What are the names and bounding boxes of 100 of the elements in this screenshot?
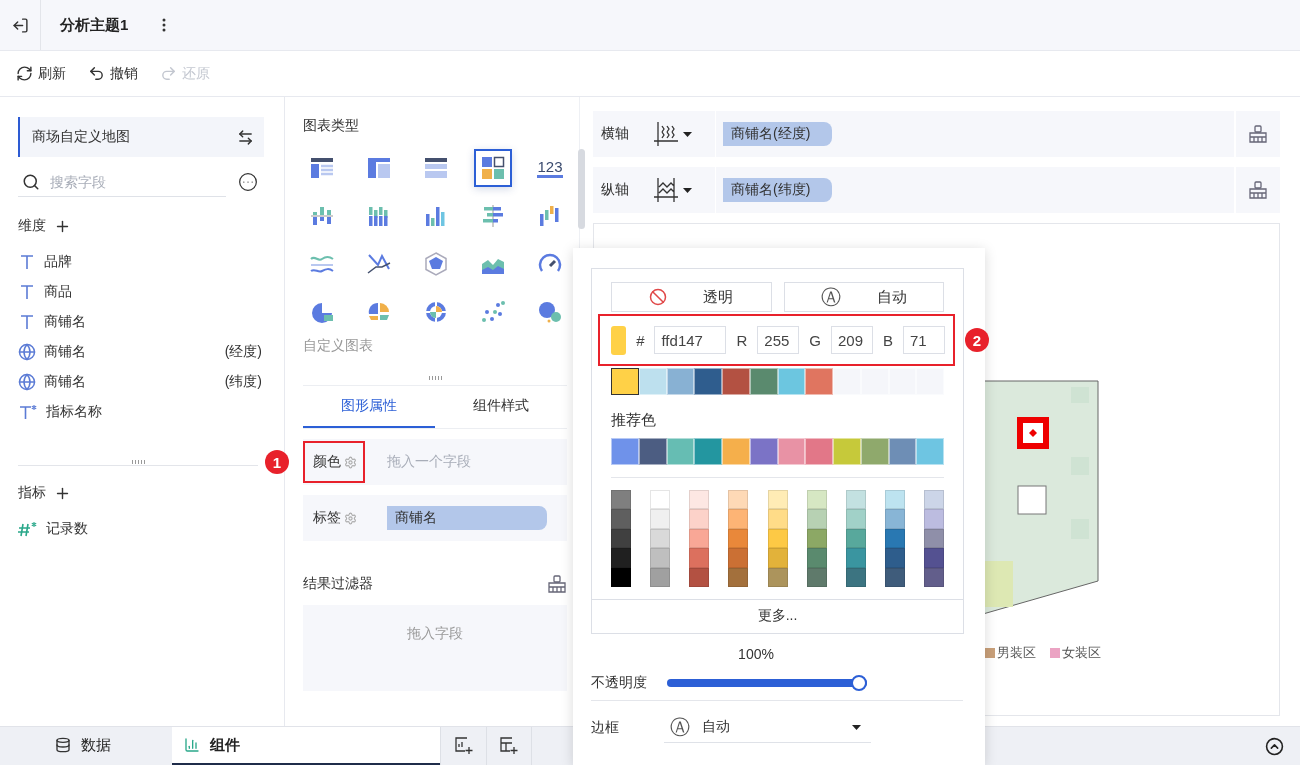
property-tab[interactable]: 图形属性 <box>303 386 435 428</box>
color-swatch[interactable] <box>806 490 827 510</box>
color-swatch[interactable] <box>650 548 671 568</box>
color-swatch[interactable] <box>884 509 905 529</box>
color-swatch[interactable] <box>611 509 631 529</box>
color-swatch[interactable] <box>728 509 749 529</box>
add-component-button[interactable] <box>486 727 532 765</box>
color-swatch[interactable] <box>924 528 944 549</box>
chevron-up-icon <box>1265 736 1284 756</box>
table-chart-icon <box>310 156 334 180</box>
color-swatch[interactable] <box>924 548 944 568</box>
field-item[interactable]: 品牌 <box>18 247 262 277</box>
color-swatch[interactable] <box>884 548 905 568</box>
field-chip[interactable]: 商铺名(纬度) <box>723 178 833 202</box>
field-item[interactable]: 指标名称 <box>18 397 262 427</box>
bottom-tab[interactable]: 数据 <box>0 727 172 765</box>
search-field[interactable]: 搜索字段 <box>18 167 226 197</box>
auto-button[interactable]: Ⓐ 自动 <box>783 282 944 312</box>
resize-handle[interactable] <box>131 460 145 464</box>
color-swatch[interactable] <box>650 490 671 510</box>
color-swatch[interactable] <box>806 528 827 549</box>
section-title: 维度 <box>18 217 46 235</box>
color-swatch[interactable] <box>650 567 671 587</box>
color-swatch[interactable] <box>611 567 631 587</box>
field-item[interactable]: 商铺名 (经度) <box>18 337 262 367</box>
hex-input[interactable]: ffd147 <box>654 326 727 354</box>
color-swatch[interactable] <box>845 490 866 510</box>
color-swatch[interactable] <box>845 567 866 587</box>
color-swatch[interactable] <box>806 567 827 587</box>
field-chip[interactable]: 商铺名(经度) <box>723 122 833 146</box>
layout-grid-icon <box>481 156 505 180</box>
axis-wave-icon[interactable] <box>653 177 679 203</box>
color-swatch[interactable] <box>767 490 788 510</box>
color-swatch[interactable] <box>689 509 710 529</box>
opacity-slider[interactable] <box>667 674 867 691</box>
property-row[interactable]: 标签 商铺名 <box>303 495 567 541</box>
settings-icon[interactable] <box>344 511 357 525</box>
color-swatch[interactable] <box>689 548 710 568</box>
color-swatch[interactable] <box>767 567 788 587</box>
chart-type-button[interactable] <box>474 149 512 187</box>
axis-wave-icon[interactable] <box>653 121 679 147</box>
field-item[interactable]: 商铺名 (纬度) <box>18 367 262 397</box>
b-input[interactable]: 71 <box>903 326 945 354</box>
drop-placeholder: 拖入一个字段 <box>387 453 471 471</box>
field-item[interactable]: 商铺名 <box>18 307 262 337</box>
brush-icon[interactable] <box>547 575 567 593</box>
color-swatch[interactable] <box>689 528 710 549</box>
color-swatch[interactable] <box>728 567 749 587</box>
settings-icon[interactable] <box>344 455 357 469</box>
refresh-button[interactable]: 刷新 <box>16 64 66 83</box>
transparent-button[interactable]: 透明 <box>611 282 772 312</box>
resize-handle[interactable] <box>428 376 442 380</box>
color-swatch[interactable] <box>767 528 788 549</box>
r-input[interactable]: 255 <box>757 326 800 354</box>
color-swatch[interactable] <box>650 509 671 529</box>
border-select[interactable]: Ⓐ 自动 <box>664 712 871 743</box>
color-swatch[interactable] <box>884 567 905 587</box>
color-swatch[interactable] <box>845 509 866 529</box>
waterfall-chart-icon <box>538 204 562 228</box>
color-swatch[interactable] <box>611 528 631 549</box>
color-swatch[interactable] <box>806 509 827 529</box>
color-swatch[interactable] <box>728 490 749 510</box>
property-tab[interactable]: 组件样式 <box>435 386 567 428</box>
dataset-selector[interactable]: 商场自定义地图 <box>18 117 264 157</box>
color-swatch[interactable] <box>884 528 905 549</box>
color-swatch[interactable] <box>767 548 788 568</box>
color-swatch[interactable] <box>650 528 671 549</box>
property-label: 标签 <box>313 509 341 527</box>
color-swatch[interactable] <box>884 490 905 510</box>
color-swatch[interactable] <box>924 567 944 587</box>
color-swatch[interactable] <box>689 567 710 587</box>
brush-icon[interactable] <box>1248 125 1268 143</box>
color-swatch[interactable] <box>728 548 749 568</box>
color-swatch[interactable] <box>845 528 866 549</box>
field-name: 记录数 <box>46 520 88 538</box>
scrollbar[interactable] <box>578 149 585 229</box>
color-swatch[interactable] <box>924 490 944 510</box>
slider-thumb[interactable] <box>851 674 867 691</box>
brush-icon[interactable] <box>1248 181 1268 199</box>
color-swatch[interactable] <box>806 548 827 568</box>
color-swatch[interactable] <box>611 368 639 395</box>
undo-button[interactable]: 撤销 <box>88 64 138 83</box>
color-swatch[interactable] <box>611 548 631 568</box>
color-swatch[interactable] <box>689 490 710 510</box>
no-color-icon <box>649 288 668 306</box>
field-item[interactable]: 记录数 <box>18 514 262 544</box>
caret-icon <box>683 131 692 137</box>
color-swatch[interactable] <box>845 548 866 568</box>
color-swatch[interactable] <box>728 528 749 549</box>
color-swatch[interactable] <box>924 509 944 529</box>
bottom-tab[interactable]: 组件 <box>172 727 440 765</box>
color-swatch[interactable] <box>767 509 788 529</box>
section-title: 结果过滤器 <box>303 575 373 593</box>
g-input[interactable]: 209 <box>831 326 873 354</box>
field-chip[interactable]: 商铺名 <box>387 506 547 530</box>
field-item[interactable]: 商品 <box>18 277 262 307</box>
switch-icon[interactable] <box>237 128 254 146</box>
more-options-icon[interactable] <box>238 172 258 192</box>
color-swatch[interactable] <box>611 490 631 510</box>
more-button[interactable] <box>162 18 167 32</box>
